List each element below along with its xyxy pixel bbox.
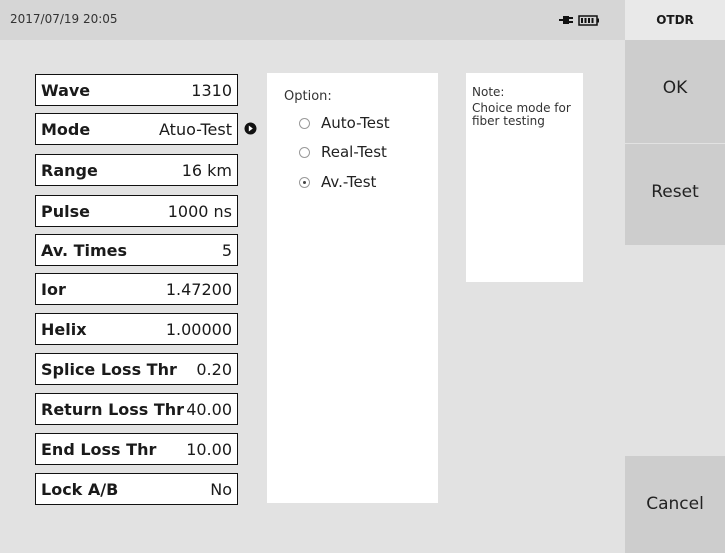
param-label: Lock A/B [41, 480, 119, 499]
param-label: Mode [41, 120, 91, 139]
param-label: Wave [41, 81, 91, 100]
app-title: OTDR [625, 0, 725, 40]
param-helix[interactable]: Helix 1.00000 [35, 313, 238, 345]
side-spacer [625, 245, 725, 456]
param-ior[interactable]: Ior 1.47200 [35, 273, 238, 305]
param-value: 1.47200 [165, 280, 232, 299]
param-value: 1.00000 [165, 320, 232, 339]
option-panel: Option: Auto-Test Real-Test Av.-Test [267, 73, 438, 503]
param-range[interactable]: Range 16 km [35, 154, 238, 186]
param-splice-loss-thr[interactable]: Splice Loss Thr 0.20 [35, 353, 238, 385]
plug-icon [559, 16, 573, 24]
param-value: 5 [221, 241, 232, 260]
datetime: 2017/07/19 20:05 [10, 12, 118, 26]
param-value: 1000 ns [167, 202, 232, 221]
param-label: Pulse [41, 202, 90, 221]
battery-icon [578, 15, 599, 26]
param-value: 1310 [191, 81, 232, 100]
param-lock-ab[interactable]: Lock A/B No [35, 473, 238, 505]
ok-button[interactable]: OK [625, 40, 725, 143]
note-panel: Note: Choice mode for fiber testing [466, 73, 583, 282]
param-value: 10.00 [186, 440, 232, 459]
param-label: Range [41, 161, 98, 180]
note-title: Note: [472, 85, 505, 99]
note-text: Choice mode for fiber testing [472, 101, 571, 128]
param-value: 16 km [181, 161, 232, 180]
radio-icon [299, 147, 310, 158]
param-mode[interactable]: Mode Atuo-Test [35, 113, 238, 145]
reset-button[interactable]: Reset [625, 144, 725, 245]
param-return-loss-thr[interactable]: Return Loss Thr 40.00 [35, 393, 238, 425]
param-av-times[interactable]: Av. Times 5 [35, 234, 238, 266]
option-label: Real-Test [321, 143, 387, 161]
param-end-loss-thr[interactable]: End Loss Thr 10.00 [35, 433, 238, 465]
param-value: Atuo-Test [159, 120, 232, 139]
param-pulse[interactable]: Pulse 1000 ns [35, 195, 238, 227]
radio-checked-icon [299, 177, 310, 188]
param-value: 40.00 [186, 400, 232, 419]
param-value: No [210, 480, 232, 499]
param-wave[interactable]: Wave 1310 [35, 74, 238, 106]
param-label: Ior [41, 280, 66, 299]
cancel-button[interactable]: Cancel [625, 456, 725, 553]
param-label: Helix [41, 320, 87, 339]
param-label: Av. Times [41, 241, 128, 260]
status-bar: 2017/07/19 20:05 [0, 0, 625, 40]
param-label: Return Loss Thr [41, 400, 185, 419]
radio-icon [299, 118, 310, 129]
param-value: 0.20 [196, 360, 232, 379]
option-label: Av.-Test [321, 173, 377, 191]
option-title: Option: [284, 89, 332, 104]
selection-arrow-icon [244, 122, 257, 135]
option-label: Auto-Test [321, 114, 390, 132]
param-label: Splice Loss Thr [41, 360, 177, 379]
param-label: End Loss Thr [41, 440, 157, 459]
